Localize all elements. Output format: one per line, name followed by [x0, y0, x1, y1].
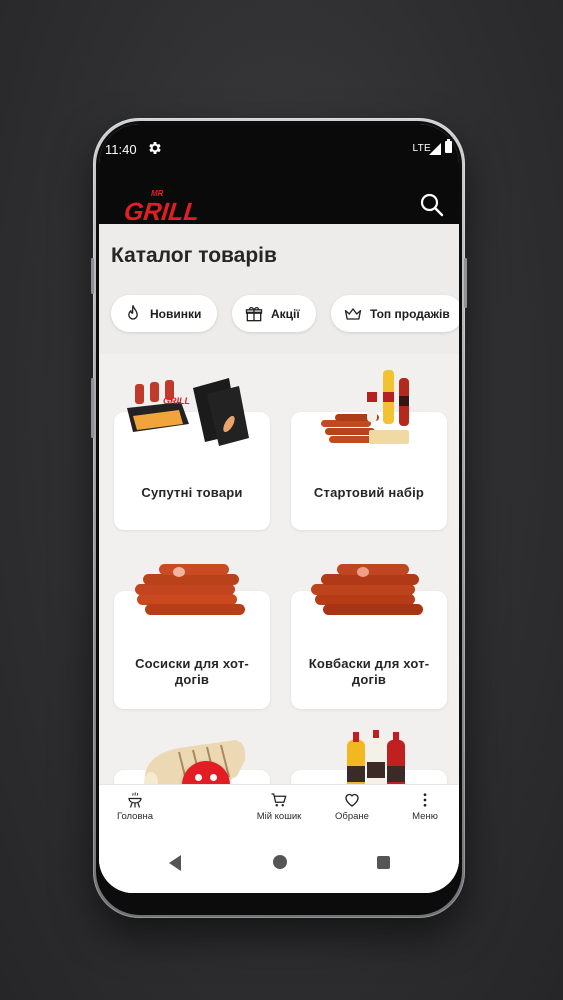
svg-text:MR: MR: [151, 189, 164, 198]
cart-icon: [271, 793, 287, 807]
app-header: 11:40 LTE MR GRILL: [99, 124, 459, 224]
phone-side-button: [91, 258, 94, 294]
chip-new[interactable]: Новинки: [111, 295, 217, 332]
chip-label: Топ продажів: [370, 306, 450, 321]
app-screen: 11:40 LTE MR GRILL Каталог товарів Новин…: [99, 124, 459, 893]
more-vertical-icon: [423, 793, 427, 807]
home-icon[interactable]: [273, 855, 287, 869]
svg-text:GRILL: GRILL: [125, 198, 200, 224]
grill-icon: [128, 792, 142, 808]
nav-label: Головна: [116, 811, 154, 822]
search-icon[interactable]: [419, 192, 445, 218]
nav-favorites[interactable]: Обране: [322, 789, 382, 822]
category-label: Сосиски для хот-догів: [135, 656, 249, 687]
back-icon[interactable]: [169, 855, 181, 871]
bottom-navigation: Головна Мій кошик Обране Меню: [99, 784, 459, 833]
nav-label: Меню: [412, 811, 438, 822]
phone-side-button: [91, 378, 94, 438]
phone-frame: 11:40 LTE MR GRILL Каталог товарів Новин…: [91, 118, 467, 918]
category-label: Ковбаски для хот-догів: [308, 656, 430, 687]
svg-text:GRILL: GRILL: [163, 396, 190, 406]
chip-label: Акції: [271, 306, 300, 321]
mr-grill-logo[interactable]: MR GRILL: [125, 184, 207, 224]
fire-icon: [128, 304, 138, 320]
nav-home[interactable]: Головна: [105, 789, 165, 822]
nav-label: Мій кошик: [256, 811, 302, 822]
status-time: 11:40: [105, 142, 137, 157]
chip-label: Новинки: [150, 306, 202, 321]
phone-side-button: [464, 258, 467, 308]
nav-menu[interactable]: Меню: [395, 789, 455, 822]
nav-cart[interactable]: Мій кошик: [249, 789, 309, 822]
hot-dog-links-image: [311, 564, 423, 615]
heart-icon: [345, 793, 359, 807]
category-label: Стартовий набір: [313, 485, 425, 500]
hot-dog-sausages-image: [135, 564, 245, 615]
starter-kit-image: [321, 370, 409, 444]
chip-sales[interactable]: Акції: [232, 295, 316, 332]
phone-bezel: 11:40 LTE MR GRILL Каталог товарів Новин…: [96, 121, 462, 915]
gift-icon: [245, 306, 263, 321]
category-label: Супутні товари: [141, 485, 243, 500]
chip-top-sales[interactable]: Топ продажів: [331, 295, 459, 332]
page-title: Каталог товарів: [111, 244, 277, 267]
gear-icon: [149, 142, 161, 154]
nav-label: Обране: [335, 811, 369, 822]
battery-icon: [445, 139, 452, 153]
system-navigation-bar: [99, 833, 459, 893]
catalog-header: Каталог товарів Новинки Акції Топ продаж…: [99, 224, 459, 354]
accessories-image: GRILL: [127, 378, 249, 446]
signal-icon: [429, 143, 441, 155]
recents-icon[interactable]: [377, 856, 390, 869]
crown-icon: [344, 307, 362, 320]
